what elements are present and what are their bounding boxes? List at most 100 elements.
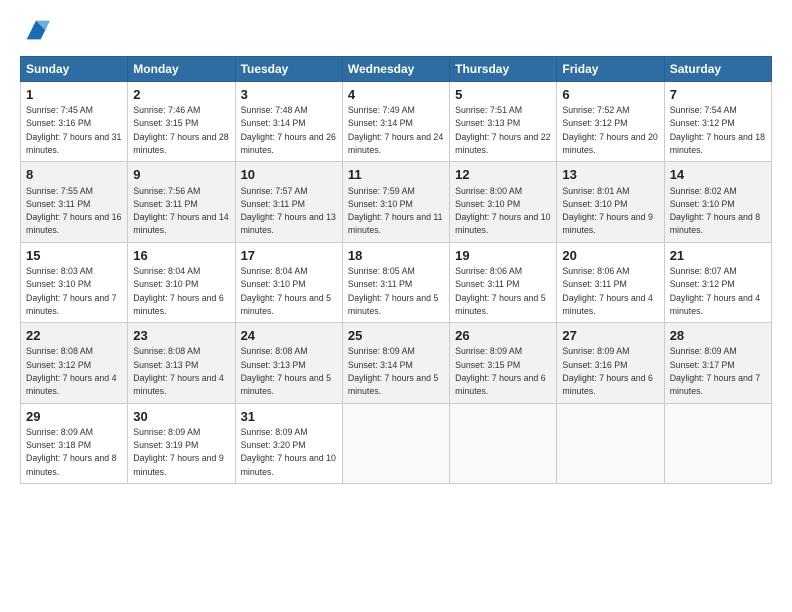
day-info: Sunrise: 8:09 AMSunset: 3:16 PMDaylight:… xyxy=(562,346,652,396)
day-cell: 4 Sunrise: 7:49 AMSunset: 3:14 PMDayligh… xyxy=(342,82,449,162)
day-cell xyxy=(664,403,771,483)
day-info: Sunrise: 8:09 AMSunset: 3:19 PMDaylight:… xyxy=(133,427,223,477)
day-cell: 14 Sunrise: 8:02 AMSunset: 3:10 PMDaylig… xyxy=(664,162,771,242)
day-info: Sunrise: 8:09 AMSunset: 3:17 PMDaylight:… xyxy=(670,346,760,396)
day-info: Sunrise: 8:06 AMSunset: 3:11 PMDaylight:… xyxy=(455,266,545,316)
day-number: 6 xyxy=(562,86,658,104)
header-cell-sunday: Sunday xyxy=(21,57,128,82)
day-info: Sunrise: 8:01 AMSunset: 3:10 PMDaylight:… xyxy=(562,186,652,236)
day-cell: 7 Sunrise: 7:54 AMSunset: 3:12 PMDayligh… xyxy=(664,82,771,162)
day-info: Sunrise: 7:54 AMSunset: 3:12 PMDaylight:… xyxy=(670,105,765,155)
day-info: Sunrise: 8:04 AMSunset: 3:10 PMDaylight:… xyxy=(133,266,223,316)
day-number: 8 xyxy=(26,166,122,184)
day-number: 2 xyxy=(133,86,229,104)
week-row-5: 29 Sunrise: 8:09 AMSunset: 3:18 PMDaylig… xyxy=(21,403,772,483)
day-number: 1 xyxy=(26,86,122,104)
logo xyxy=(20,16,46,44)
week-row-4: 22 Sunrise: 8:08 AMSunset: 3:12 PMDaylig… xyxy=(21,323,772,403)
day-number: 10 xyxy=(241,166,337,184)
day-number: 12 xyxy=(455,166,551,184)
day-info: Sunrise: 8:08 AMSunset: 3:13 PMDaylight:… xyxy=(133,346,223,396)
day-info: Sunrise: 8:09 AMSunset: 3:15 PMDaylight:… xyxy=(455,346,545,396)
calendar-table: SundayMondayTuesdayWednesdayThursdayFrid… xyxy=(20,56,772,484)
day-cell: 8 Sunrise: 7:55 AMSunset: 3:11 PMDayligh… xyxy=(21,162,128,242)
day-info: Sunrise: 8:08 AMSunset: 3:12 PMDaylight:… xyxy=(26,346,116,396)
day-cell: 15 Sunrise: 8:03 AMSunset: 3:10 PMDaylig… xyxy=(21,242,128,322)
day-cell: 10 Sunrise: 7:57 AMSunset: 3:11 PMDaylig… xyxy=(235,162,342,242)
logo-text xyxy=(20,16,50,44)
day-info: Sunrise: 8:03 AMSunset: 3:10 PMDaylight:… xyxy=(26,266,116,316)
day-info: Sunrise: 7:57 AMSunset: 3:11 PMDaylight:… xyxy=(241,186,336,236)
day-info: Sunrise: 8:09 AMSunset: 3:14 PMDaylight:… xyxy=(348,346,438,396)
day-number: 18 xyxy=(348,247,444,265)
day-number: 29 xyxy=(26,408,122,426)
day-cell: 1 Sunrise: 7:45 AMSunset: 3:16 PMDayligh… xyxy=(21,82,128,162)
day-info: Sunrise: 8:09 AMSunset: 3:20 PMDaylight:… xyxy=(241,427,336,477)
day-number: 15 xyxy=(26,247,122,265)
day-number: 22 xyxy=(26,327,122,345)
day-info: Sunrise: 8:05 AMSunset: 3:11 PMDaylight:… xyxy=(348,266,438,316)
day-number: 4 xyxy=(348,86,444,104)
header-row: SundayMondayTuesdayWednesdayThursdayFrid… xyxy=(21,57,772,82)
day-cell xyxy=(450,403,557,483)
day-cell: 20 Sunrise: 8:06 AMSunset: 3:11 PMDaylig… xyxy=(557,242,664,322)
day-info: Sunrise: 8:00 AMSunset: 3:10 PMDaylight:… xyxy=(455,186,550,236)
header-cell-thursday: Thursday xyxy=(450,57,557,82)
day-number: 16 xyxy=(133,247,229,265)
header-cell-tuesday: Tuesday xyxy=(235,57,342,82)
day-number: 25 xyxy=(348,327,444,345)
day-cell: 16 Sunrise: 8:04 AMSunset: 3:10 PMDaylig… xyxy=(128,242,235,322)
day-cell: 31 Sunrise: 8:09 AMSunset: 3:20 PMDaylig… xyxy=(235,403,342,483)
day-cell: 23 Sunrise: 8:08 AMSunset: 3:13 PMDaylig… xyxy=(128,323,235,403)
day-number: 24 xyxy=(241,327,337,345)
day-cell: 27 Sunrise: 8:09 AMSunset: 3:16 PMDaylig… xyxy=(557,323,664,403)
day-cell: 12 Sunrise: 8:00 AMSunset: 3:10 PMDaylig… xyxy=(450,162,557,242)
day-info: Sunrise: 8:02 AMSunset: 3:10 PMDaylight:… xyxy=(670,186,760,236)
day-cell: 26 Sunrise: 8:09 AMSunset: 3:15 PMDaylig… xyxy=(450,323,557,403)
day-cell: 13 Sunrise: 8:01 AMSunset: 3:10 PMDaylig… xyxy=(557,162,664,242)
day-cell: 17 Sunrise: 8:04 AMSunset: 3:10 PMDaylig… xyxy=(235,242,342,322)
day-number: 31 xyxy=(241,408,337,426)
day-number: 11 xyxy=(348,166,444,184)
day-info: Sunrise: 7:45 AMSunset: 3:16 PMDaylight:… xyxy=(26,105,121,155)
day-cell: 28 Sunrise: 8:09 AMSunset: 3:17 PMDaylig… xyxy=(664,323,771,403)
day-number: 13 xyxy=(562,166,658,184)
day-number: 23 xyxy=(133,327,229,345)
day-info: Sunrise: 8:08 AMSunset: 3:13 PMDaylight:… xyxy=(241,346,331,396)
day-number: 27 xyxy=(562,327,658,345)
day-number: 28 xyxy=(670,327,766,345)
page-container: SundayMondayTuesdayWednesdayThursdayFrid… xyxy=(0,0,792,494)
day-info: Sunrise: 7:51 AMSunset: 3:13 PMDaylight:… xyxy=(455,105,550,155)
day-number: 19 xyxy=(455,247,551,265)
week-row-2: 8 Sunrise: 7:55 AMSunset: 3:11 PMDayligh… xyxy=(21,162,772,242)
day-number: 30 xyxy=(133,408,229,426)
week-row-1: 1 Sunrise: 7:45 AMSunset: 3:16 PMDayligh… xyxy=(21,82,772,162)
day-info: Sunrise: 7:52 AMSunset: 3:12 PMDaylight:… xyxy=(562,105,657,155)
day-number: 26 xyxy=(455,327,551,345)
day-number: 9 xyxy=(133,166,229,184)
day-cell xyxy=(342,403,449,483)
day-cell: 6 Sunrise: 7:52 AMSunset: 3:12 PMDayligh… xyxy=(557,82,664,162)
day-cell: 25 Sunrise: 8:09 AMSunset: 3:14 PMDaylig… xyxy=(342,323,449,403)
day-info: Sunrise: 7:59 AMSunset: 3:10 PMDaylight:… xyxy=(348,186,443,236)
page-header xyxy=(20,16,772,44)
header-cell-wednesday: Wednesday xyxy=(342,57,449,82)
day-number: 14 xyxy=(670,166,766,184)
day-cell xyxy=(557,403,664,483)
day-cell: 2 Sunrise: 7:46 AMSunset: 3:15 PMDayligh… xyxy=(128,82,235,162)
day-info: Sunrise: 7:46 AMSunset: 3:15 PMDaylight:… xyxy=(133,105,228,155)
day-cell: 30 Sunrise: 8:09 AMSunset: 3:19 PMDaylig… xyxy=(128,403,235,483)
day-cell: 24 Sunrise: 8:08 AMSunset: 3:13 PMDaylig… xyxy=(235,323,342,403)
day-number: 20 xyxy=(562,247,658,265)
header-cell-friday: Friday xyxy=(557,57,664,82)
header-cell-monday: Monday xyxy=(128,57,235,82)
day-cell: 11 Sunrise: 7:59 AMSunset: 3:10 PMDaylig… xyxy=(342,162,449,242)
day-cell: 22 Sunrise: 8:08 AMSunset: 3:12 PMDaylig… xyxy=(21,323,128,403)
day-info: Sunrise: 7:49 AMSunset: 3:14 PMDaylight:… xyxy=(348,105,443,155)
day-info: Sunrise: 8:04 AMSunset: 3:10 PMDaylight:… xyxy=(241,266,331,316)
header-cell-saturday: Saturday xyxy=(664,57,771,82)
week-row-3: 15 Sunrise: 8:03 AMSunset: 3:10 PMDaylig… xyxy=(21,242,772,322)
day-number: 17 xyxy=(241,247,337,265)
day-number: 7 xyxy=(670,86,766,104)
day-cell: 29 Sunrise: 8:09 AMSunset: 3:18 PMDaylig… xyxy=(21,403,128,483)
